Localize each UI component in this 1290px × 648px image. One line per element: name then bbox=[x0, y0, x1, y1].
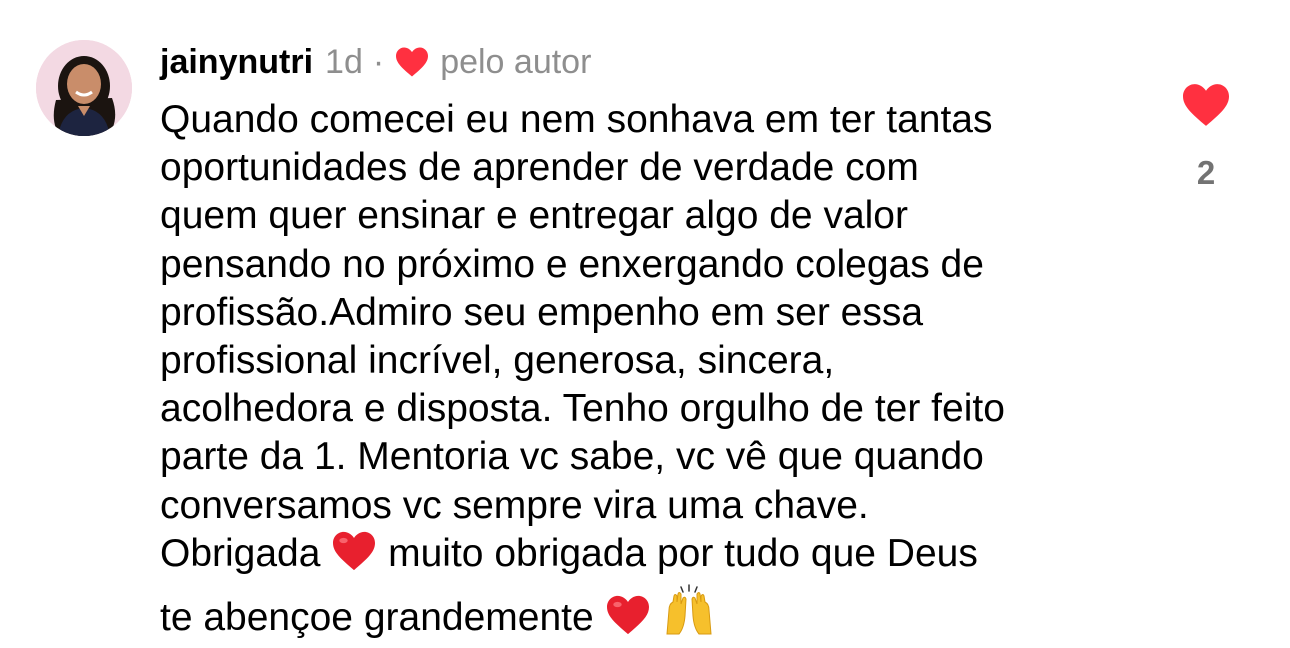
heart-icon bbox=[1183, 84, 1229, 126]
comment-fragment: te abençoe grandemente bbox=[160, 596, 594, 640]
comment-line: pensando no próximo e enxergando colegas… bbox=[160, 242, 984, 286]
comment-line: quem quer ensinar e entregar algo de val… bbox=[160, 194, 908, 238]
comment-line: oportunidades de aprender de verdade com bbox=[160, 146, 919, 190]
comment-line: parte da 1. Mentoria vc sabe, vc vê que … bbox=[160, 435, 984, 479]
like-count[interactable]: 2 bbox=[1180, 154, 1232, 192]
red-heart-emoji bbox=[605, 594, 651, 648]
comment-line: Quando comecei eu nem sonhava em ter tan… bbox=[160, 98, 993, 141]
username[interactable]: jainynutri bbox=[160, 43, 313, 82]
raising-hands-emoji bbox=[661, 584, 717, 648]
separator: · bbox=[372, 42, 385, 81]
liked-by-author-label: pelo autor bbox=[440, 42, 592, 81]
heart-icon bbox=[394, 46, 430, 78]
red-heart-emoji bbox=[331, 530, 377, 584]
comment-line: acolhedora e disposta. Tenho orgulho de … bbox=[160, 387, 1005, 431]
comment-fragment: muito obrigada por tudo que Deus bbox=[388, 531, 978, 575]
avatar-image bbox=[36, 40, 132, 136]
comment-line: profissional incrível, generosa, sincera… bbox=[160, 339, 835, 383]
comment-line: profissão.Admiro seu empenho em ser essa bbox=[160, 290, 924, 334]
like-button[interactable] bbox=[1180, 82, 1232, 128]
comment: jainynutri 1d · pelo autor Quando comece… bbox=[0, 0, 1290, 639]
comment-meta: jainynutri 1d · pelo autor bbox=[160, 38, 591, 86]
comment-text: Quando comecei eu nem sonhava em ter tan… bbox=[160, 96, 1160, 648]
comment-line: Obrigada muito obrigada por tudo que Deu… bbox=[160, 530, 1160, 584]
avatar[interactable] bbox=[36, 40, 132, 136]
comment-line: conversamos vc sempre vira uma chave. bbox=[160, 483, 869, 527]
comment-fragment: Obrigada bbox=[160, 531, 321, 575]
timestamp: 1d bbox=[325, 42, 363, 81]
comment-line: te abençoe grandemente bbox=[160, 584, 1160, 648]
